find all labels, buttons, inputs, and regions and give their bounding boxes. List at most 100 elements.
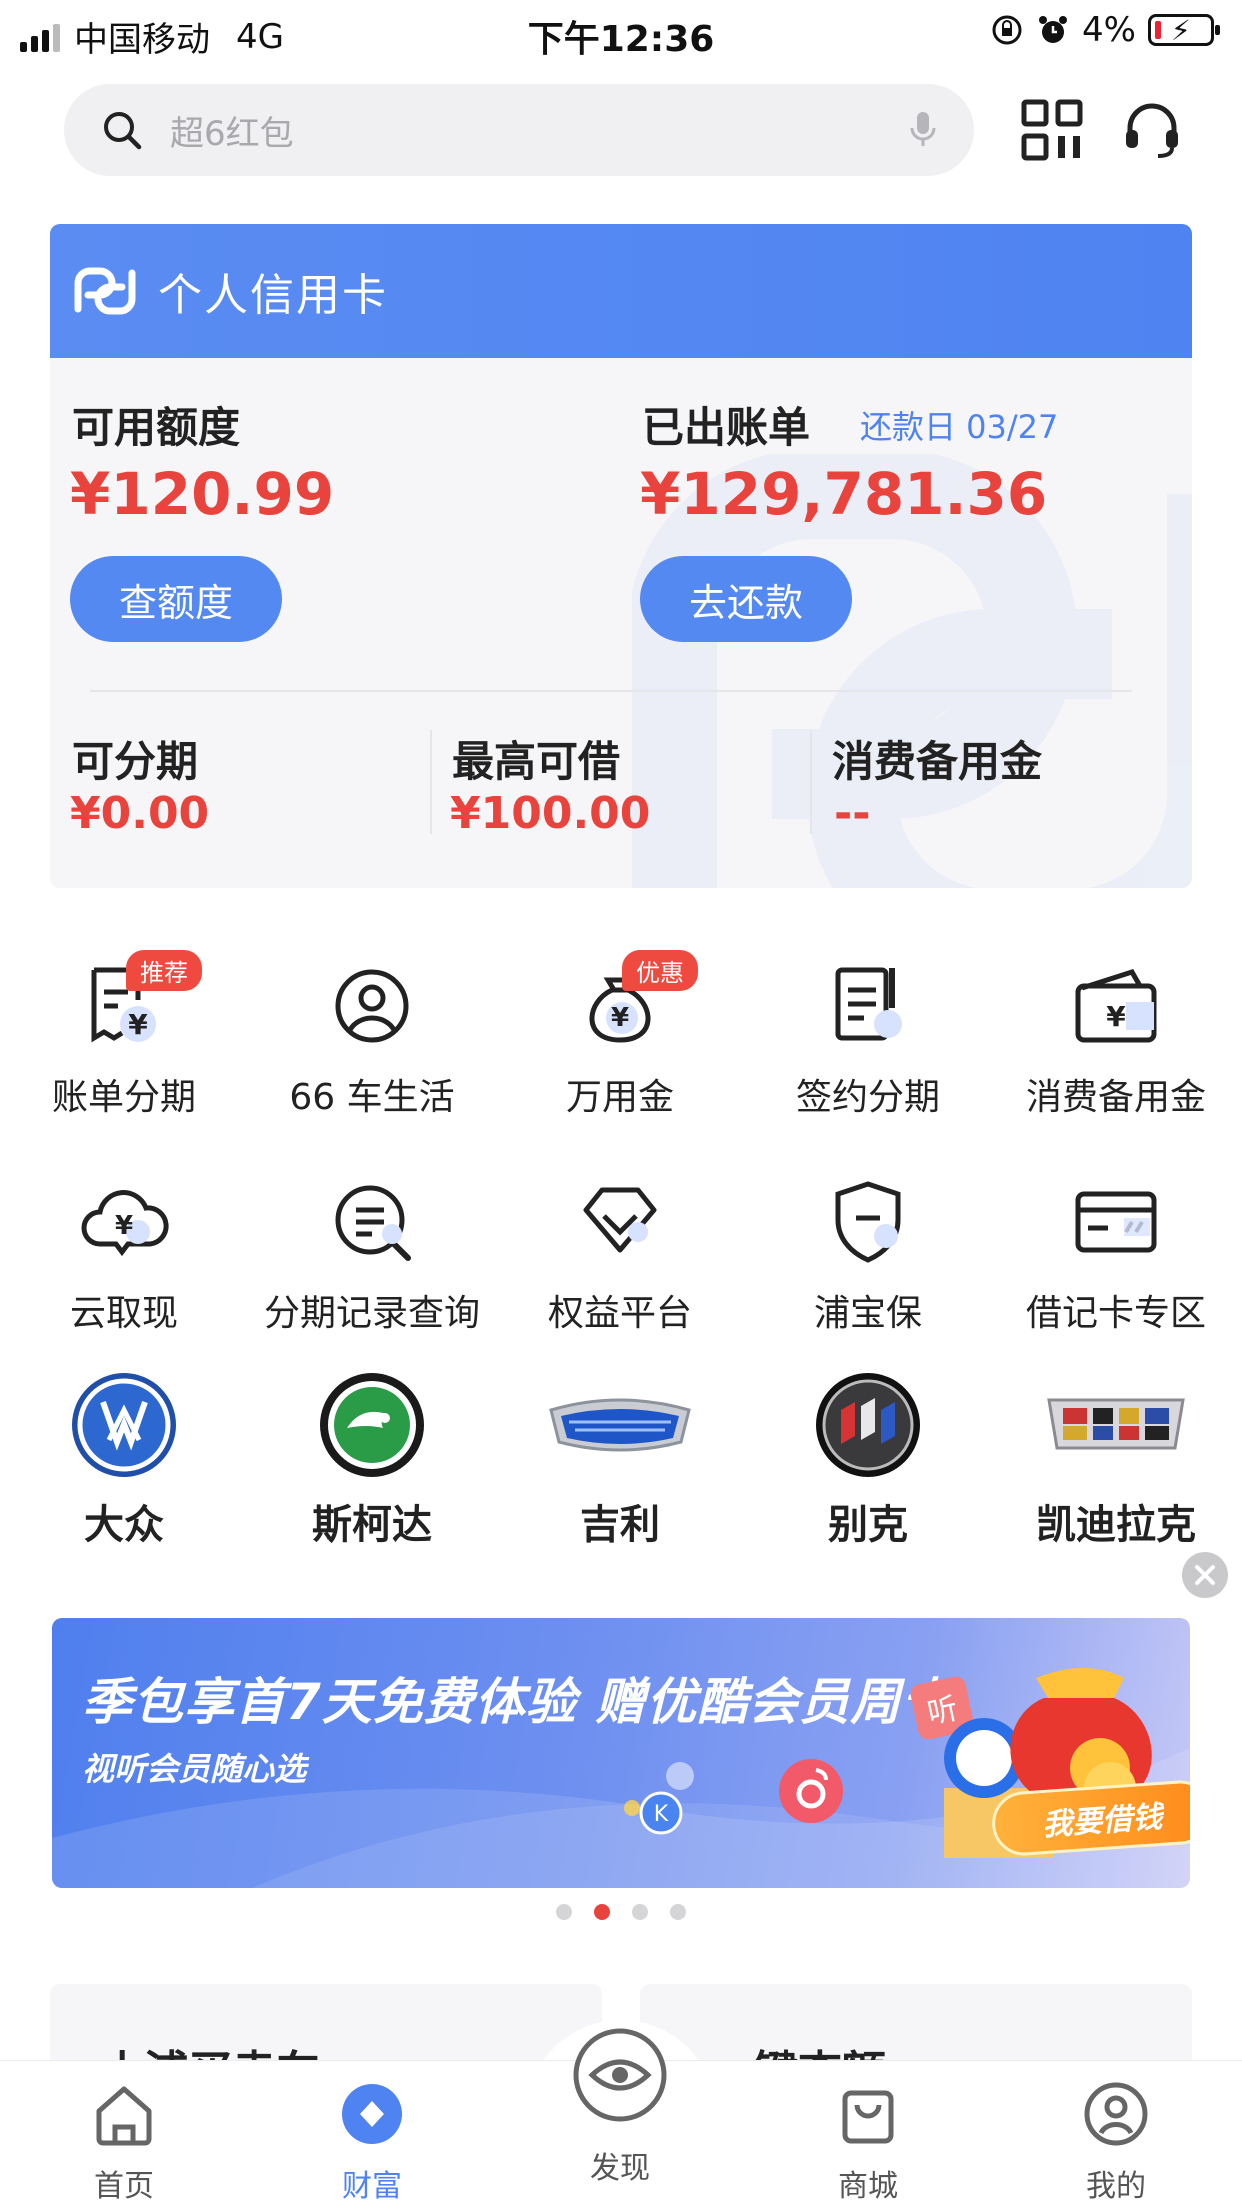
carousel-dot bbox=[670, 1904, 686, 1920]
carousel-dot bbox=[632, 1904, 648, 1920]
svg-text:¥: ¥ bbox=[1106, 1000, 1126, 1033]
credit-card-panel: 个人信用卡 可用额度 ¥120.99 查额度 已出账单 还款日 03/27 ¥1… bbox=[50, 224, 1192, 888]
microphone-icon[interactable] bbox=[908, 110, 938, 150]
statement-amount: ¥129,781.36 bbox=[640, 460, 1048, 528]
bottom-tab-bar: 首页 财富 发现 商城 我的 bbox=[0, 2028, 1242, 2208]
due-date: 还款日 03/27 bbox=[860, 408, 1059, 446]
spdb-logo-icon bbox=[74, 267, 136, 315]
service-label: 账单分期 bbox=[51, 1077, 196, 1118]
reserve-fund-label[interactable]: 消费备用金 bbox=[832, 728, 1042, 789]
close-banner-button[interactable] bbox=[1182, 1552, 1228, 1598]
tab-wealth[interactable]: 财富 bbox=[272, 2079, 472, 2205]
service-installment-records[interactable]: 分期记录查询 bbox=[248, 1174, 496, 1336]
service-debit-card-zone[interactable]: 借记卡专区 bbox=[992, 1174, 1240, 1336]
service-reserve-fund[interactable]: ¥ 消费备用金 bbox=[992, 958, 1240, 1120]
available-credit-amount: ¥120.99 bbox=[70, 460, 335, 528]
brand-label: 别克 bbox=[828, 1502, 908, 1548]
status-bar: 中国移动 4G 下午12:36 4% ⚡ bbox=[0, 0, 1242, 62]
service-car-life[interactable]: 66 车生活 bbox=[248, 958, 496, 1120]
service-label: 云取现 bbox=[69, 1293, 178, 1334]
brand-label: 斯柯达 bbox=[312, 1502, 432, 1548]
service-rights-platform[interactable]: 权益平台 bbox=[496, 1174, 744, 1336]
cloud-cash-icon: ¥ bbox=[81, 1190, 169, 1257]
brand-label: 大众 bbox=[84, 1502, 164, 1548]
car-life-icon bbox=[335, 969, 409, 1043]
brand-volkswagen[interactable]: 大众 bbox=[0, 1370, 248, 1550]
battery-percent: 4% bbox=[1082, 10, 1136, 50]
svg-text:¥: ¥ bbox=[611, 1003, 629, 1033]
record-search-icon bbox=[335, 1185, 411, 1261]
cadillac-logo bbox=[1047, 1398, 1185, 1450]
card-title: 个人信用卡 bbox=[158, 270, 388, 321]
divider bbox=[430, 730, 432, 834]
service-cloud-cash[interactable]: ¥ 云取现 bbox=[0, 1174, 248, 1336]
tab-label: 发现 bbox=[590, 2151, 650, 2186]
service-label: 借记卡专区 bbox=[1025, 1293, 1206, 1334]
service-pubaobao[interactable]: 浦宝保 bbox=[744, 1174, 992, 1336]
contract-installment-icon bbox=[835, 967, 902, 1041]
qr-scan-icon[interactable] bbox=[1020, 98, 1084, 162]
tab-label: 商城 bbox=[838, 2169, 898, 2204]
profile-icon bbox=[1084, 2082, 1148, 2146]
service-label: 权益平台 bbox=[547, 1293, 692, 1334]
brand-cadillac[interactable]: 凯迪拉克 bbox=[992, 1370, 1240, 1550]
available-credit-label: 可用额度 bbox=[72, 403, 241, 452]
service-contract-installment[interactable]: 签约分期 bbox=[744, 958, 992, 1120]
installment-available-label[interactable]: 可分期 bbox=[72, 728, 198, 789]
brand-buick[interactable]: 别克 bbox=[744, 1370, 992, 1550]
banner-headline: 季包享首7天免费体验 赠优酷会员周卡 bbox=[82, 1673, 953, 1731]
alarm-icon bbox=[1039, 16, 1068, 43]
orientation-lock-icon bbox=[992, 15, 1022, 45]
wallet-icon: ¥ bbox=[1075, 969, 1157, 1043]
svg-text:K: K bbox=[654, 1802, 669, 1827]
tab-profile[interactable]: 我的 bbox=[1016, 2079, 1216, 2205]
shopping-bag-icon bbox=[842, 2090, 894, 2144]
max-borrow-value: ¥100.00 bbox=[450, 788, 651, 839]
recommend-badge: 推荐 bbox=[126, 950, 202, 991]
wealth-icon bbox=[342, 2084, 402, 2144]
service-label: 消费备用金 bbox=[1025, 1077, 1206, 1118]
svg-text:¥: ¥ bbox=[128, 1008, 148, 1041]
brand-label: 凯迪拉克 bbox=[1036, 1502, 1196, 1548]
tab-home[interactable]: 首页 bbox=[24, 2079, 224, 2205]
brand-label: 吉利 bbox=[580, 1502, 660, 1548]
service-bill-installment[interactable]: ¥ 推荐 账单分期 bbox=[0, 950, 248, 1120]
diamond-icon bbox=[583, 1187, 657, 1253]
tab-mall[interactable]: 商城 bbox=[768, 2079, 968, 2205]
divider bbox=[90, 690, 1132, 692]
tab-discover[interactable]: 发现 bbox=[520, 2025, 720, 2187]
check-limit-button[interactable]: 查额度 bbox=[70, 556, 282, 642]
netease-music-icon bbox=[779, 1759, 843, 1823]
battery-icon: ⚡ bbox=[1148, 14, 1220, 47]
discover-eye-icon bbox=[573, 2028, 667, 2122]
customer-service-icon[interactable] bbox=[1120, 98, 1184, 162]
search-placeholder: 超6红包 bbox=[170, 113, 294, 154]
buick-logo bbox=[816, 1373, 920, 1477]
statement-label: 已出账单 bbox=[642, 403, 811, 452]
search-icon bbox=[104, 112, 142, 150]
tab-label: 我的 bbox=[1086, 2169, 1146, 2204]
credit-card-header[interactable]: 个人信用卡 bbox=[50, 224, 1192, 358]
tab-label: 财富 bbox=[342, 2169, 402, 2204]
carousel-dot bbox=[556, 1904, 572, 1920]
max-borrow-label[interactable]: 最高可借 bbox=[452, 728, 620, 789]
volkswagen-logo bbox=[72, 1373, 176, 1477]
brand-skoda[interactable]: 斯柯达 bbox=[248, 1370, 496, 1550]
installment-available-value: ¥0.00 bbox=[70, 788, 210, 839]
service-label: 万用金 bbox=[565, 1077, 674, 1118]
skoda-logo bbox=[320, 1373, 424, 1477]
home-icon bbox=[96, 2086, 152, 2146]
service-label: 分期记录查询 bbox=[263, 1293, 480, 1334]
carousel-dot-active bbox=[594, 1904, 610, 1920]
carousel-indicator bbox=[0, 1904, 1242, 1920]
service-label: 浦宝保 bbox=[813, 1293, 922, 1334]
promo-banner[interactable]: 季包享首7天免费体验 赠优酷会员周卡 视听会员随心选 K 听 我要借钱 bbox=[52, 1618, 1190, 1888]
repay-button[interactable]: 去还款 bbox=[640, 556, 852, 642]
debit-card-icon bbox=[1075, 1191, 1157, 1253]
service-label: 66 车生活 bbox=[289, 1077, 455, 1118]
service-universal-loan[interactable]: ¥ 优惠 万用金 bbox=[496, 950, 744, 1120]
banner-subline: 视听会员随心选 bbox=[82, 1750, 307, 1788]
shield-icon bbox=[835, 1181, 901, 1263]
search-bar[interactable]: 超6红包 bbox=[64, 84, 974, 176]
brand-geely[interactable]: 吉利 bbox=[496, 1370, 744, 1550]
